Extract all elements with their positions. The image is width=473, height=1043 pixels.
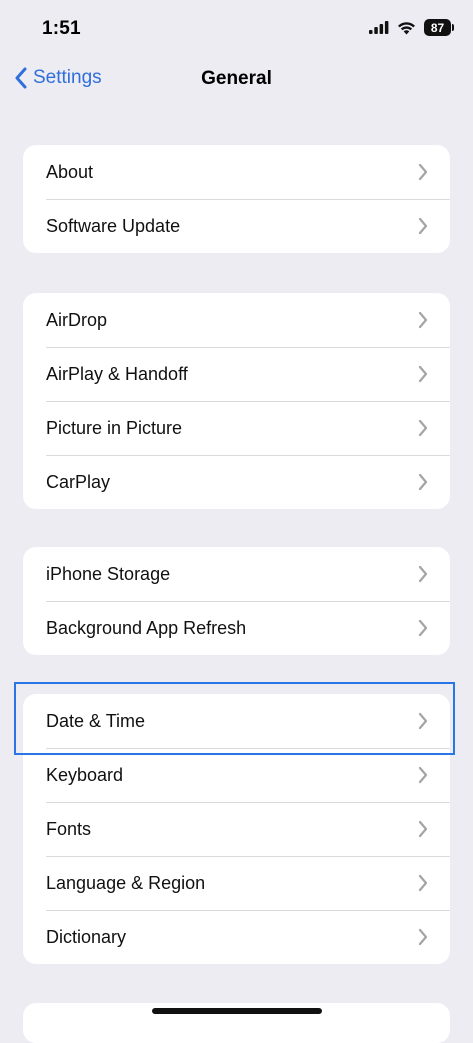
battery-icon: 87	[424, 19, 454, 36]
row-iphone-storage[interactable]: iPhone Storage	[23, 547, 450, 601]
row-software-update[interactable]: Software Update	[23, 199, 450, 253]
row-language-region[interactable]: Language & Region	[23, 856, 450, 910]
row-label: iPhone Storage	[46, 563, 171, 584]
battery-level: 87	[430, 20, 445, 35]
wifi-icon	[398, 21, 415, 34]
settings-group-info: About Software Update	[23, 145, 450, 253]
row-label: CarPlay	[46, 471, 111, 492]
home-indicator[interactable]	[152, 1008, 322, 1014]
chevron-right-icon	[418, 217, 428, 235]
row-background-app-refresh[interactable]: Background App Refresh	[23, 601, 450, 655]
chevron-right-icon	[418, 419, 428, 437]
chevron-right-icon	[418, 712, 428, 730]
row-label: Keyboard	[46, 764, 124, 785]
row-label: Picture in Picture	[46, 417, 183, 438]
row-label: Dictionary	[46, 926, 127, 947]
row-label: Fonts	[46, 818, 92, 839]
row-date-time[interactable]: Date & Time	[23, 694, 450, 748]
row-picture-in-picture[interactable]: Picture in Picture	[23, 401, 450, 455]
row-label: Software Update	[46, 215, 181, 236]
row-label: Date & Time	[46, 710, 146, 731]
row-carplay[interactable]: CarPlay	[23, 455, 450, 509]
row-label: AirPlay & Handoff	[46, 363, 188, 384]
row-fonts[interactable]: Fonts	[23, 802, 450, 856]
row-airdrop[interactable]: AirDrop	[23, 293, 450, 347]
row-keyboard[interactable]: Keyboard	[23, 748, 450, 802]
settings-group-locale: Date & Time Keyboard Fonts Language & Re…	[23, 694, 450, 964]
chevron-right-icon	[418, 365, 428, 383]
chevron-right-icon	[418, 163, 428, 181]
page-title: General	[201, 68, 272, 89]
row-about[interactable]: About	[23, 145, 450, 199]
row-label: AirDrop	[46, 309, 108, 330]
chevron-right-icon	[418, 619, 428, 637]
row-label: Background App Refresh	[46, 617, 247, 638]
row-label: Language & Region	[46, 872, 206, 893]
row-airplay-handoff[interactable]: AirPlay & Handoff	[23, 347, 450, 401]
chevron-right-icon	[418, 766, 428, 784]
chevron-right-icon	[418, 928, 428, 946]
row-label: About	[46, 161, 94, 182]
status-bar: 1:51 87	[0, 0, 473, 56]
chevron-right-icon	[418, 473, 428, 491]
chevron-right-icon	[418, 820, 428, 838]
chevron-right-icon	[418, 565, 428, 583]
status-icons: 87	[369, 19, 454, 36]
settings-group-connectivity: AirDrop AirPlay & Handoff Picture in Pic…	[23, 293, 450, 509]
cellular-signal-icon	[369, 21, 389, 34]
chevron-right-icon	[418, 874, 428, 892]
settings-group-storage: iPhone Storage Background App Refresh	[23, 547, 450, 655]
status-time: 1:51	[42, 18, 81, 39]
navigation-bar: Settings General	[0, 56, 473, 106]
row-dictionary[interactable]: Dictionary	[23, 910, 450, 964]
chevron-right-icon	[418, 311, 428, 329]
